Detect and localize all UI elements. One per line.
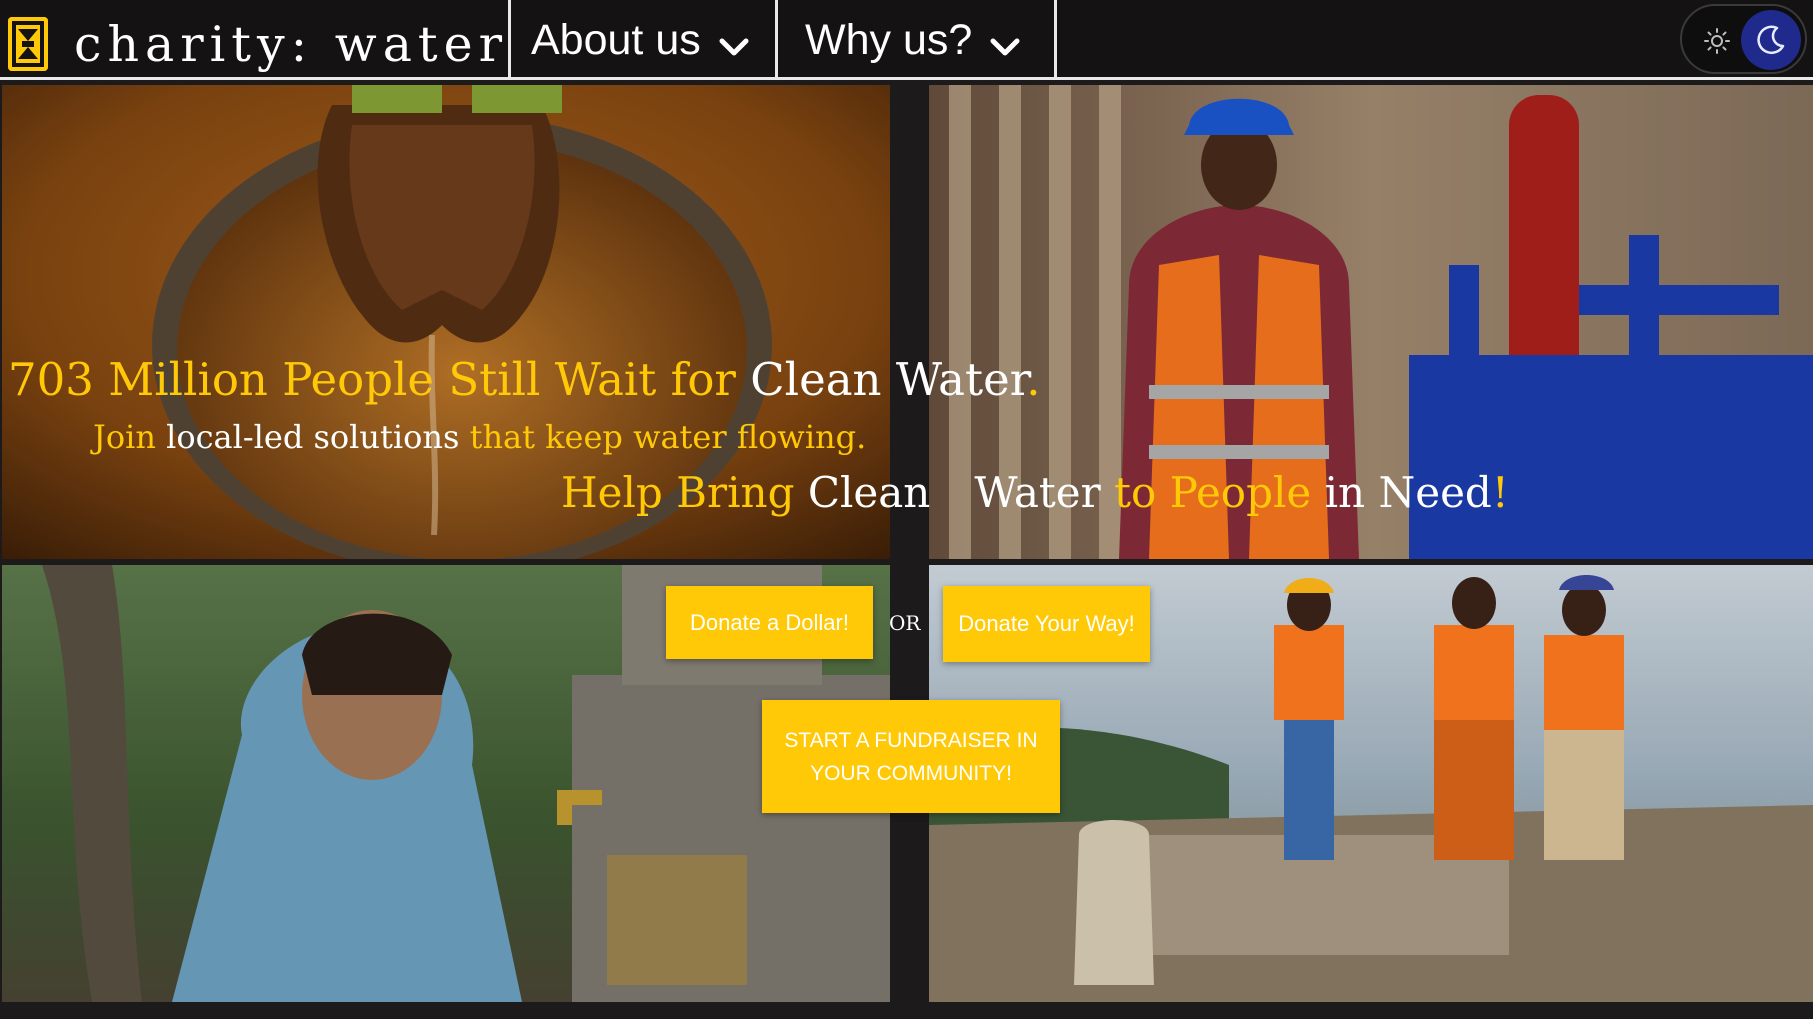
nav-about-us-label: About us [531, 15, 701, 64]
nav-divider [775, 0, 778, 80]
jerrycan-icon [8, 17, 48, 71]
headline-segment: 703 Million People Still Wait for [8, 353, 751, 406]
start-fundraiser-button[interactable]: START A FUNDRAISER IN YOUR COMMUNITY! [762, 700, 1060, 813]
or-separator-label: OR [889, 611, 921, 635]
chevron-down-icon [988, 26, 1022, 60]
nav-about-us-dropdown[interactable]: About us [531, 0, 751, 80]
hero-subheadline: Join local-led solutions that keep water… [93, 418, 866, 456]
helpline-segment: Help Bring [561, 468, 808, 517]
moon-icon [1741, 10, 1801, 70]
brand-logo[interactable]: charity: water [8, 16, 508, 72]
page-footer-strip [0, 1002, 1813, 1019]
helpline-segment: Clean [807, 468, 931, 517]
nav-why-us-dropdown[interactable]: Why us? [805, 0, 1022, 80]
nav-divider [508, 0, 511, 80]
chevron-down-icon [717, 26, 751, 60]
subline-segment: local-led solutions [166, 418, 470, 456]
sun-icon [1702, 26, 1732, 56]
donate-a-dollar-button[interactable]: Donate a Dollar! [666, 586, 873, 659]
theme-toggle-switch[interactable] [1680, 4, 1807, 74]
helpline-segment: Water [974, 468, 1115, 517]
top-navigation-bar: charity: water About us Why us? [0, 0, 1813, 80]
helpline-segment: in Need [1324, 468, 1492, 517]
hero-call-to-action-text: Help Bring Clean Water to People in Need! [561, 468, 1509, 517]
helpline-segment: to People [1114, 468, 1325, 517]
hero-headline: 703 Million People Still Wait for Clean … [8, 353, 1041, 406]
subline-segment: that keep water flowing. [469, 418, 867, 456]
donate-your-way-button[interactable]: Donate Your Way! [943, 586, 1150, 662]
headline-segment: Clean Water [750, 353, 1027, 406]
subline-segment: Join [93, 418, 167, 456]
nav-why-us-label: Why us? [805, 15, 973, 64]
helpline-segment: ! [1491, 468, 1509, 517]
headline-segment: . [1026, 353, 1041, 406]
brand-name: charity: water [74, 15, 509, 73]
nav-divider [1054, 0, 1057, 80]
